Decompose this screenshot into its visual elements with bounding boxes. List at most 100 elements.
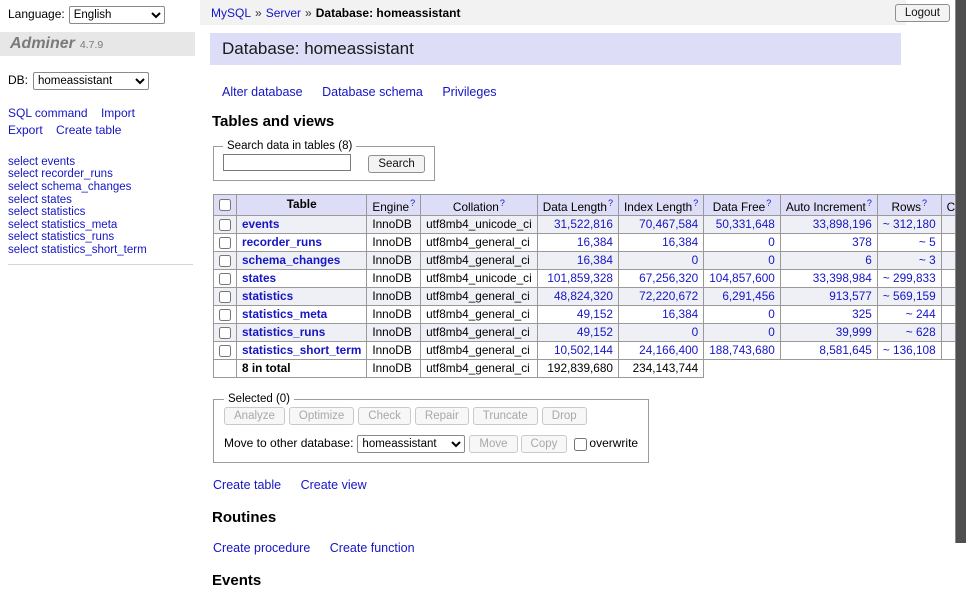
sidebar-link-select-statistics[interactable]: select statistics — [8, 206, 193, 219]
table-link[interactable]: statistics_short_term — [242, 343, 361, 357]
help-link[interactable]: ? — [410, 198, 415, 208]
sidebar-link-select-statistics-short-term[interactable]: select statistics_short_term — [8, 244, 193, 257]
auto-increment-cell: 325 — [780, 306, 877, 324]
sidebar-link-select-recorder-runs[interactable]: select recorder_runs — [8, 168, 193, 181]
rows-link[interactable]: ~ 136,108 — [883, 343, 936, 357]
action-link-create-table[interactable]: Create table — [213, 478, 281, 492]
row-select-cell — [214, 252, 237, 270]
rows-link[interactable]: ~ 3 — [919, 253, 936, 267]
breadcrumb-link-mysql[interactable]: MySQL — [211, 6, 251, 20]
rows-link[interactable]: ~ 312,180 — [883, 217, 936, 231]
sidebar-link-export[interactable]: Export — [8, 123, 43, 137]
scrollbar[interactable] — [955, 0, 966, 543]
rows-link[interactable]: ~ 244 — [906, 307, 936, 321]
sidebar-link-select-schema-changes[interactable]: select schema_changes — [8, 181, 193, 194]
row-checkbox[interactable] — [219, 309, 231, 321]
row-checkbox[interactable] — [219, 273, 231, 285]
app-name[interactable]: Adminer — [10, 35, 75, 52]
help-link[interactable]: ? — [922, 198, 927, 208]
data-length-cell: 16,384 — [537, 252, 618, 270]
search-input[interactable] — [223, 154, 351, 171]
language-select[interactable]: English — [69, 6, 165, 24]
rows-cell: ~ 312,180 — [877, 216, 941, 234]
action-link-create-function[interactable]: Create function — [330, 541, 415, 555]
help-link[interactable]: ? — [766, 198, 771, 208]
table-row-statistics-meta: statistics_metaInnoDButf8mb4_general_ci4… — [214, 306, 966, 324]
sidebar-link-sql-command[interactable]: SQL command — [8, 106, 88, 120]
check-button[interactable]: Check — [358, 407, 411, 425]
action-link-alter-database[interactable]: Alter database — [222, 85, 303, 99]
action-link-create-view[interactable]: Create view — [301, 478, 367, 492]
row-checkbox[interactable] — [219, 291, 231, 303]
rows-cell: ~ 299,833 — [877, 270, 941, 288]
collation-cell: utf8mb4_general_ci — [421, 324, 538, 342]
db-actions: Alter database Database schema Privilege… — [222, 85, 901, 99]
table-row-recorder-runs: recorder_runsInnoDButf8mb4_general_ci16,… — [214, 234, 966, 252]
db-selector-row: DB:homeassistant — [8, 72, 195, 90]
rows-link[interactable]: ~ 5 — [919, 235, 936, 249]
overwrite-checkbox[interactable] — [574, 438, 587, 451]
help-link[interactable]: ? — [608, 198, 613, 208]
sidebar-link-select-statistics-meta[interactable]: select statistics_meta — [8, 219, 193, 232]
rows-link[interactable]: ~ 299,833 — [883, 271, 936, 285]
table-name-cell: statistics_short_term — [237, 342, 367, 360]
action-link-database-schema[interactable]: Database schema — [322, 85, 423, 99]
index-length-cell: 70,467,584 — [618, 216, 703, 234]
sidebar-table-links: select events select recorder_runs selec… — [8, 156, 193, 265]
page-title: Database: homeassistant — [210, 33, 901, 65]
overwrite-label[interactable]: overwrite — [589, 436, 638, 450]
table-link[interactable]: statistics_runs — [242, 325, 325, 339]
drop-button[interactable]: Drop — [542, 407, 587, 425]
repair-button[interactable]: Repair — [415, 407, 469, 425]
index-length-cell: 16,384 — [618, 234, 703, 252]
rows-link[interactable]: ~ 628 — [906, 325, 936, 339]
table-link[interactable]: events — [242, 217, 279, 231]
table-name-cell: statistics_runs — [237, 324, 367, 342]
move-db-select[interactable]: homeassistant — [357, 435, 465, 453]
table-link[interactable]: statistics_meta — [242, 307, 327, 321]
sidebar-link-import[interactable]: Import — [101, 106, 135, 120]
logout-button[interactable]: Logout — [895, 4, 950, 22]
column-header-auto-increment: Auto Increment? — [780, 194, 877, 216]
row-checkbox[interactable] — [219, 345, 231, 357]
truncate-button[interactable]: Truncate — [473, 407, 538, 425]
table-link[interactable]: statistics — [242, 289, 293, 303]
copy-button[interactable]: Copy — [521, 435, 568, 453]
totals-label-cell: 8 in total — [237, 360, 367, 378]
app-logo: Adminer4.7.9 — [0, 32, 195, 56]
table-link[interactable]: recorder_runs — [242, 235, 322, 249]
action-link-privileges[interactable]: Privileges — [442, 85, 496, 99]
section-tables-heading: Tables and views — [212, 113, 901, 130]
row-checkbox[interactable] — [219, 327, 231, 339]
table-link[interactable]: schema_changes — [242, 253, 340, 267]
index-length-cell: 0 — [618, 252, 703, 270]
index-length-cell: 0 — [618, 324, 703, 342]
sidebar-link-create-table[interactable]: Create table — [56, 123, 121, 137]
breadcrumb-link-server[interactable]: Server — [266, 6, 301, 20]
data-length-cell: 49,152 — [537, 306, 618, 324]
analyze-button[interactable]: Analyze — [224, 407, 285, 425]
help-link[interactable]: ? — [693, 198, 698, 208]
totals-collation-cell: utf8mb4_general_ci — [421, 360, 538, 378]
action-link-create-procedure[interactable]: Create procedure — [213, 541, 310, 555]
sidebar-link-select-states[interactable]: select states — [8, 194, 193, 207]
collation-cell: utf8mb4_general_ci — [421, 288, 538, 306]
sidebar-link-select-statistics-runs[interactable]: select statistics_runs — [8, 231, 193, 244]
search-button[interactable]: Search — [368, 155, 424, 173]
row-checkbox[interactable] — [219, 219, 231, 231]
help-link[interactable]: ? — [867, 198, 872, 208]
data-free-cell: 188,743,680 — [704, 342, 781, 360]
index-length-cell: 16,384 — [618, 306, 703, 324]
row-checkbox[interactable] — [219, 237, 231, 249]
select-all-checkbox[interactable] — [219, 199, 231, 211]
optimize-button[interactable]: Optimize — [289, 407, 354, 425]
rows-link[interactable]: ~ 569,159 — [883, 289, 936, 303]
move-button[interactable]: Move — [469, 435, 517, 453]
db-select[interactable]: homeassistant — [33, 72, 149, 90]
totals-spacer — [704, 360, 966, 378]
table-link[interactable]: states — [242, 271, 276, 285]
help-link[interactable]: ? — [500, 198, 505, 208]
row-checkbox[interactable] — [219, 255, 231, 267]
sidebar-link-select-events[interactable]: select events — [8, 156, 193, 169]
auto-increment-cell: 33,398,984 — [780, 270, 877, 288]
